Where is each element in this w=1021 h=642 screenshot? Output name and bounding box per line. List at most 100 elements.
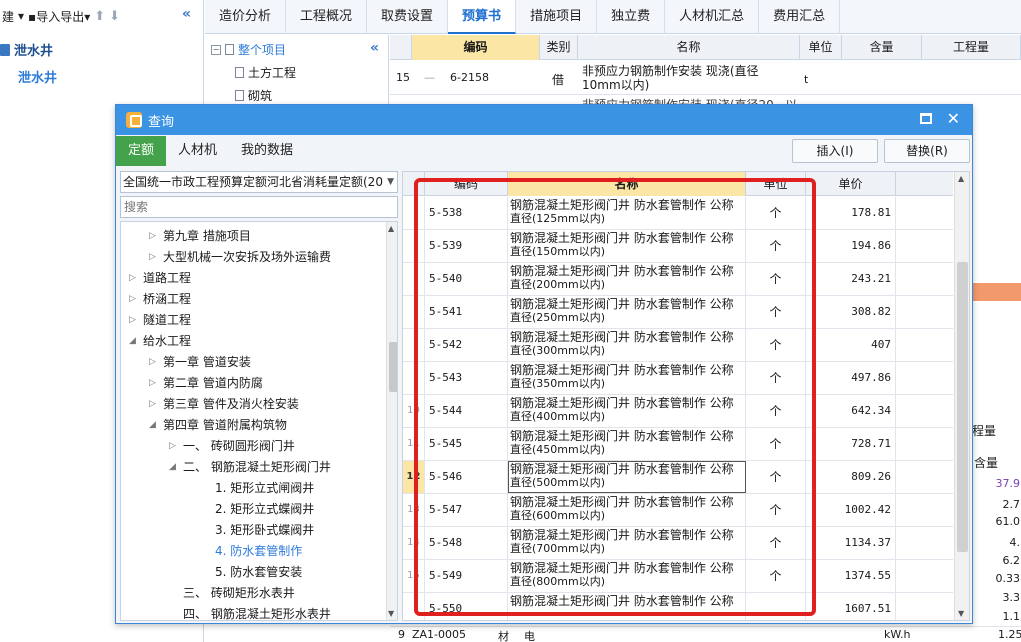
scroll-thumb[interactable]	[957, 262, 968, 552]
tab-1[interactable]: 工程概况	[286, 0, 368, 34]
tree-item[interactable]: ▷ 第一章 管道安装	[149, 352, 251, 373]
tab-0[interactable]: 造价分析	[205, 0, 287, 34]
expand-arrow-icon[interactable]: ▷	[169, 436, 183, 457]
chevron-down-icon[interactable]: ▼	[387, 172, 394, 192]
outline-item[interactable]: 土方工程	[235, 64, 296, 81]
table-row[interactable]: 14 5-548 钢筋混凝土矩形阀门井 防水套管制作 公称 直径(700mm以内) 个 1…	[403, 527, 953, 560]
expand-arrow-icon[interactable]: ◢	[129, 331, 143, 352]
tree-item[interactable]: 4. 防水套管制作	[201, 541, 302, 562]
collapse-panel-icon[interactable]: «	[182, 6, 191, 22]
scroll-down-icon[interactable]: ▼	[958, 609, 964, 618]
expand-arrow-icon[interactable]: ▷	[149, 247, 163, 268]
table-row[interactable]: 5-540 钢筋混凝土矩形阀门井 防水套管制作 公称 直径(200mm以内) 个 243…	[403, 263, 953, 296]
move-down-icon[interactable]: ⬇	[109, 9, 120, 24]
search-input[interactable]	[120, 196, 398, 218]
outline-root[interactable]: − 整个项目	[211, 41, 286, 58]
dialog-tab-0[interactable]: 定额	[116, 136, 167, 166]
tree-item[interactable]: ▷ 桥涵工程	[129, 289, 191, 310]
tree-scrollbar[interactable]: ▲ ▼	[386, 222, 397, 620]
tab-6[interactable]: 人材机汇总	[665, 0, 760, 34]
cell-unit: 个	[746, 263, 806, 295]
tree-item[interactable]: 四、 钢筋混凝土矩形水表井	[169, 604, 331, 620]
import-export-button[interactable]: ▪导入导出▾	[28, 8, 90, 25]
col-price[interactable]: 单价	[806, 172, 896, 196]
scroll-up-icon[interactable]: ▲	[958, 174, 964, 183]
library-select[interactable]: 全国统一市政工程预算定额河北省消耗量定额(20 ▼	[120, 171, 398, 193]
insert-button[interactable]: 插入(I)	[792, 139, 878, 163]
col-code[interactable]: 编码	[425, 172, 508, 196]
tree-item[interactable]: 2. 矩形立式蝶阀井	[201, 499, 314, 520]
new-button[interactable]: 建	[2, 8, 14, 25]
table-row[interactable]: 15 — 6-2158 借 非预应力钢筋制作安装 现浇(直径10mm以内) t	[390, 61, 1021, 95]
table-row[interactable]: 11 5-545 钢筋混凝土矩形阀门井 防水套管制作 公称 直径(450mm以内) 个 7…	[403, 428, 953, 461]
table-row[interactable]: 13 5-547 钢筋混凝土矩形阀门井 防水套管制作 公称 直径(600mm以内) 个 1…	[403, 494, 953, 527]
tree-item[interactable]: ◢ 第四章 管道附属构筑物	[149, 415, 287, 436]
expand-arrow-icon[interactable]: ◢	[169, 457, 183, 478]
table-row[interactable]: 5-538 钢筋混凝土矩形阀门井 防水套管制作 公称 直径(125mm以内) 个 178…	[403, 197, 953, 230]
dialog-tab-2[interactable]: 我的数据	[229, 136, 305, 166]
project-child-node[interactable]: 泄水井	[18, 67, 57, 86]
tree-item[interactable]: ▷ 隧道工程	[129, 310, 191, 331]
tree-item[interactable]: 三、 砖砌矩形水表井	[169, 583, 295, 604]
cell-code: 5-539	[425, 230, 508, 262]
table-row[interactable]: 12 5-546 钢筋混凝土矩形阀门井 防水套管制作 公称 直径(500mm以内) 个 8…	[403, 461, 953, 494]
expand-arrow-icon[interactable]: ▷	[149, 394, 163, 415]
expand-arrow-icon[interactable]: ◢	[149, 415, 163, 436]
col-name[interactable]: 名称	[508, 172, 746, 196]
tree-item[interactable]: 3. 矩形卧式蝶阀井	[201, 520, 314, 541]
tree-item[interactable]: 1. 矩形立式闸阀井	[201, 478, 314, 499]
dropdown-icon[interactable]: ▾	[18, 9, 24, 23]
tab-5[interactable]: 独立费	[597, 0, 666, 34]
collapse-icon[interactable]: −	[211, 44, 221, 55]
outline-item[interactable]: 砌筑	[235, 87, 272, 104]
move-up-icon[interactable]: ⬆	[94, 9, 105, 24]
col-quantity[interactable]: 工程量	[922, 35, 1021, 60]
table-row[interactable]: 5-542 钢筋混凝土矩形阀门井 防水套管制作 公称 直径(300mm以内) 个 407	[403, 329, 953, 362]
tab-4[interactable]: 措施项目	[516, 0, 598, 34]
tree-item[interactable]: ◢ 二、 钢筋混凝土矩形阀门井	[169, 457, 331, 478]
col-content[interactable]: 含量	[842, 35, 922, 60]
collapse-outline-icon[interactable]: «	[370, 40, 379, 56]
table-row[interactable]: 9 ZA1-0005 材 电 kW.h 1.25	[390, 626, 1021, 642]
table-row[interactable]: 5-541 钢筋混凝土矩形阀门井 防水套管制作 公称 直径(250mm以内) 个 308…	[403, 296, 953, 329]
project-root-node[interactable]: 泄水井	[0, 40, 53, 59]
cell-name-line2: 直径(600mm以内)	[510, 509, 606, 522]
tree-item[interactable]: ▷ 大型机械一次安拆及场外运输费	[149, 247, 331, 268]
table-row[interactable]: 5-543 钢筋混凝土矩形阀门井 防水套管制作 公称 直径(350mm以内) 个 497…	[403, 362, 953, 395]
dialog-title-bar[interactable]: 查询 ✕	[116, 105, 972, 135]
scroll-up-icon[interactable]: ▲	[388, 224, 394, 233]
col-unit[interactable]: 单位	[746, 172, 806, 196]
maximize-icon[interactable]	[920, 113, 932, 124]
close-icon[interactable]: ✕	[947, 109, 960, 128]
col-unit[interactable]: 单位	[800, 35, 842, 60]
tree-item[interactable]: ▷ 第三章 管件及消火栓安装	[149, 394, 299, 415]
tab-2[interactable]: 取费设置	[367, 0, 449, 34]
expand-arrow-icon[interactable]: ▷	[129, 289, 143, 310]
table-row[interactable]: 10 5-544 钢筋混凝土矩形阀门井 防水套管制作 公称 直径(400mm以内) 个 6…	[403, 395, 953, 428]
col-code[interactable]: 编码	[412, 35, 540, 60]
col-name[interactable]: 名称	[578, 35, 800, 60]
replace-button[interactable]: 替换(R)	[884, 139, 970, 163]
table-row[interactable]: 5-539 钢筋混凝土矩形阀门井 防水套管制作 公称 直径(150mm以内) 个 194…	[403, 230, 953, 263]
tree-item[interactable]: ▷ 第九章 措施项目	[149, 226, 251, 247]
grid-scrollbar[interactable]: ▲ ▼	[954, 172, 969, 620]
tree-item[interactable]: 5. 防水套管安装	[201, 562, 302, 583]
dialog-tab-1[interactable]: 人材机	[166, 136, 229, 166]
tree-item[interactable]: ◢ 给水工程	[129, 331, 191, 352]
expand-arrow-icon[interactable]: ▷	[149, 352, 163, 373]
table-row[interactable]: 15 5-549 钢筋混凝土矩形阀门井 防水套管制作 公称 直径(800mm以内) 个 1…	[403, 560, 953, 593]
scroll-down-icon[interactable]: ▼	[388, 609, 394, 618]
table-row[interactable]: 5-550 钢筋混凝土矩形阀门井 防水套管制作 公称 1607.51	[403, 593, 953, 620]
expand-arrow-icon[interactable]: ▷	[129, 268, 143, 289]
tab-7[interactable]: 费用汇总	[759, 0, 841, 34]
tree-item[interactable]: ▷ 一、 砖砌圆形阀门井	[169, 436, 295, 457]
tree-item[interactable]: ▷ 道路工程	[129, 268, 191, 289]
col-type[interactable]: 类别	[540, 35, 578, 60]
tree-item[interactable]: ▷ 第二章 管道内防腐	[149, 373, 263, 394]
expand-arrow-icon[interactable]: ▷	[129, 310, 143, 331]
expand-arrow-icon[interactable]: ▷	[149, 226, 163, 247]
expand-arrow-icon[interactable]: ▷	[149, 373, 163, 394]
scroll-thumb[interactable]	[389, 342, 397, 392]
cell-name-line1: 钢筋混凝土矩形阀门井 防水套管制作 公称	[510, 495, 734, 509]
tab-3[interactable]: 预算书	[448, 0, 517, 34]
